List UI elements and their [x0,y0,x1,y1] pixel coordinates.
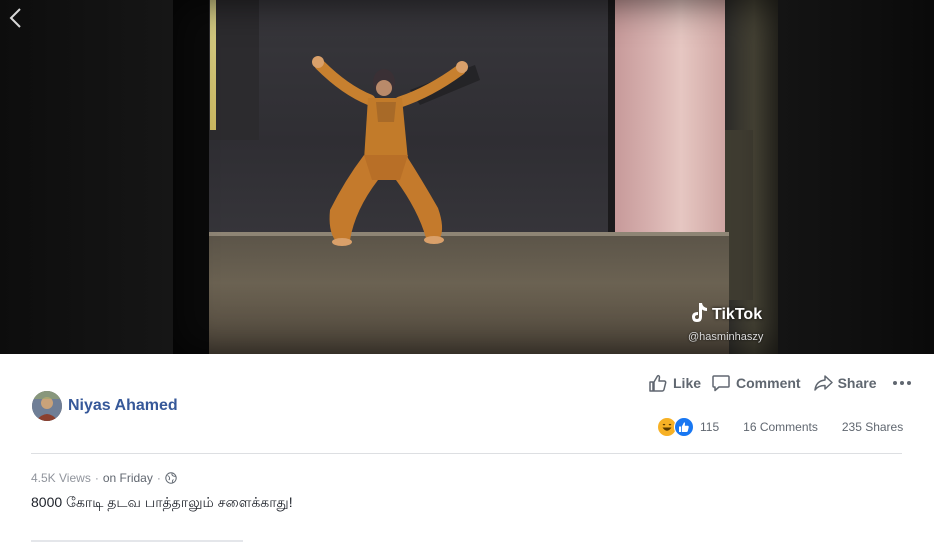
post-stats: 115 16 Comments 235 Shares [657,416,903,438]
dancer-figure [312,56,480,246]
post-meta: 4.5K Views · on Friday · [31,470,177,486]
like-label: Like [673,375,702,391]
post-caption: 8000 கோடி தடவ பாத்தாலும் சளைக்காது! [31,494,293,510]
meta-separator: · [156,471,161,485]
tiktok-brand-text: TikTok [712,306,763,323]
more-dot [906,381,911,385]
post-author: Niyas Ahamed [32,390,178,422]
avatar[interactable] [32,391,62,421]
post-actions: Like Comment Share [648,372,913,394]
chevron-left-icon[interactable] [4,6,26,30]
reaction-count[interactable]: 115 [700,420,719,434]
view-count: 4.5K Views [31,471,91,485]
video-player[interactable]: TikTok @hasminhaszy [0,0,934,354]
video-blur-left [0,0,173,354]
more-dot [899,381,904,385]
comment-label: Comment [736,375,801,391]
more-dot [892,381,897,385]
share-label: Share [837,375,877,391]
like-button[interactable]: Like [648,373,701,393]
speech-bubble-icon [711,373,731,393]
thumbs-up-icon [648,373,668,393]
share-arrow-icon [813,373,833,393]
author-name[interactable]: Niyas Ahamed [68,397,178,415]
shares-count[interactable]: 235 Shares [842,420,903,434]
reactions-summary[interactable] [657,417,694,437]
meta-separator: · [94,471,99,485]
tiktok-logo-icon [688,301,710,330]
video-blur-right [778,0,934,354]
tiktok-handle: @hasminhaszy [688,331,764,343]
share-button[interactable]: Share [813,373,877,393]
bottom-divider [31,540,243,542]
comment-button[interactable]: Comment [711,373,801,393]
comments-count[interactable]: 16 Comments [743,420,818,434]
like-reaction-icon [674,417,694,437]
divider [31,453,902,454]
post-date[interactable]: on Friday [103,471,153,485]
more-horizontal-icon[interactable] [891,377,913,389]
globe-icon [165,472,177,484]
tiktok-watermark: TikTok [688,301,763,330]
